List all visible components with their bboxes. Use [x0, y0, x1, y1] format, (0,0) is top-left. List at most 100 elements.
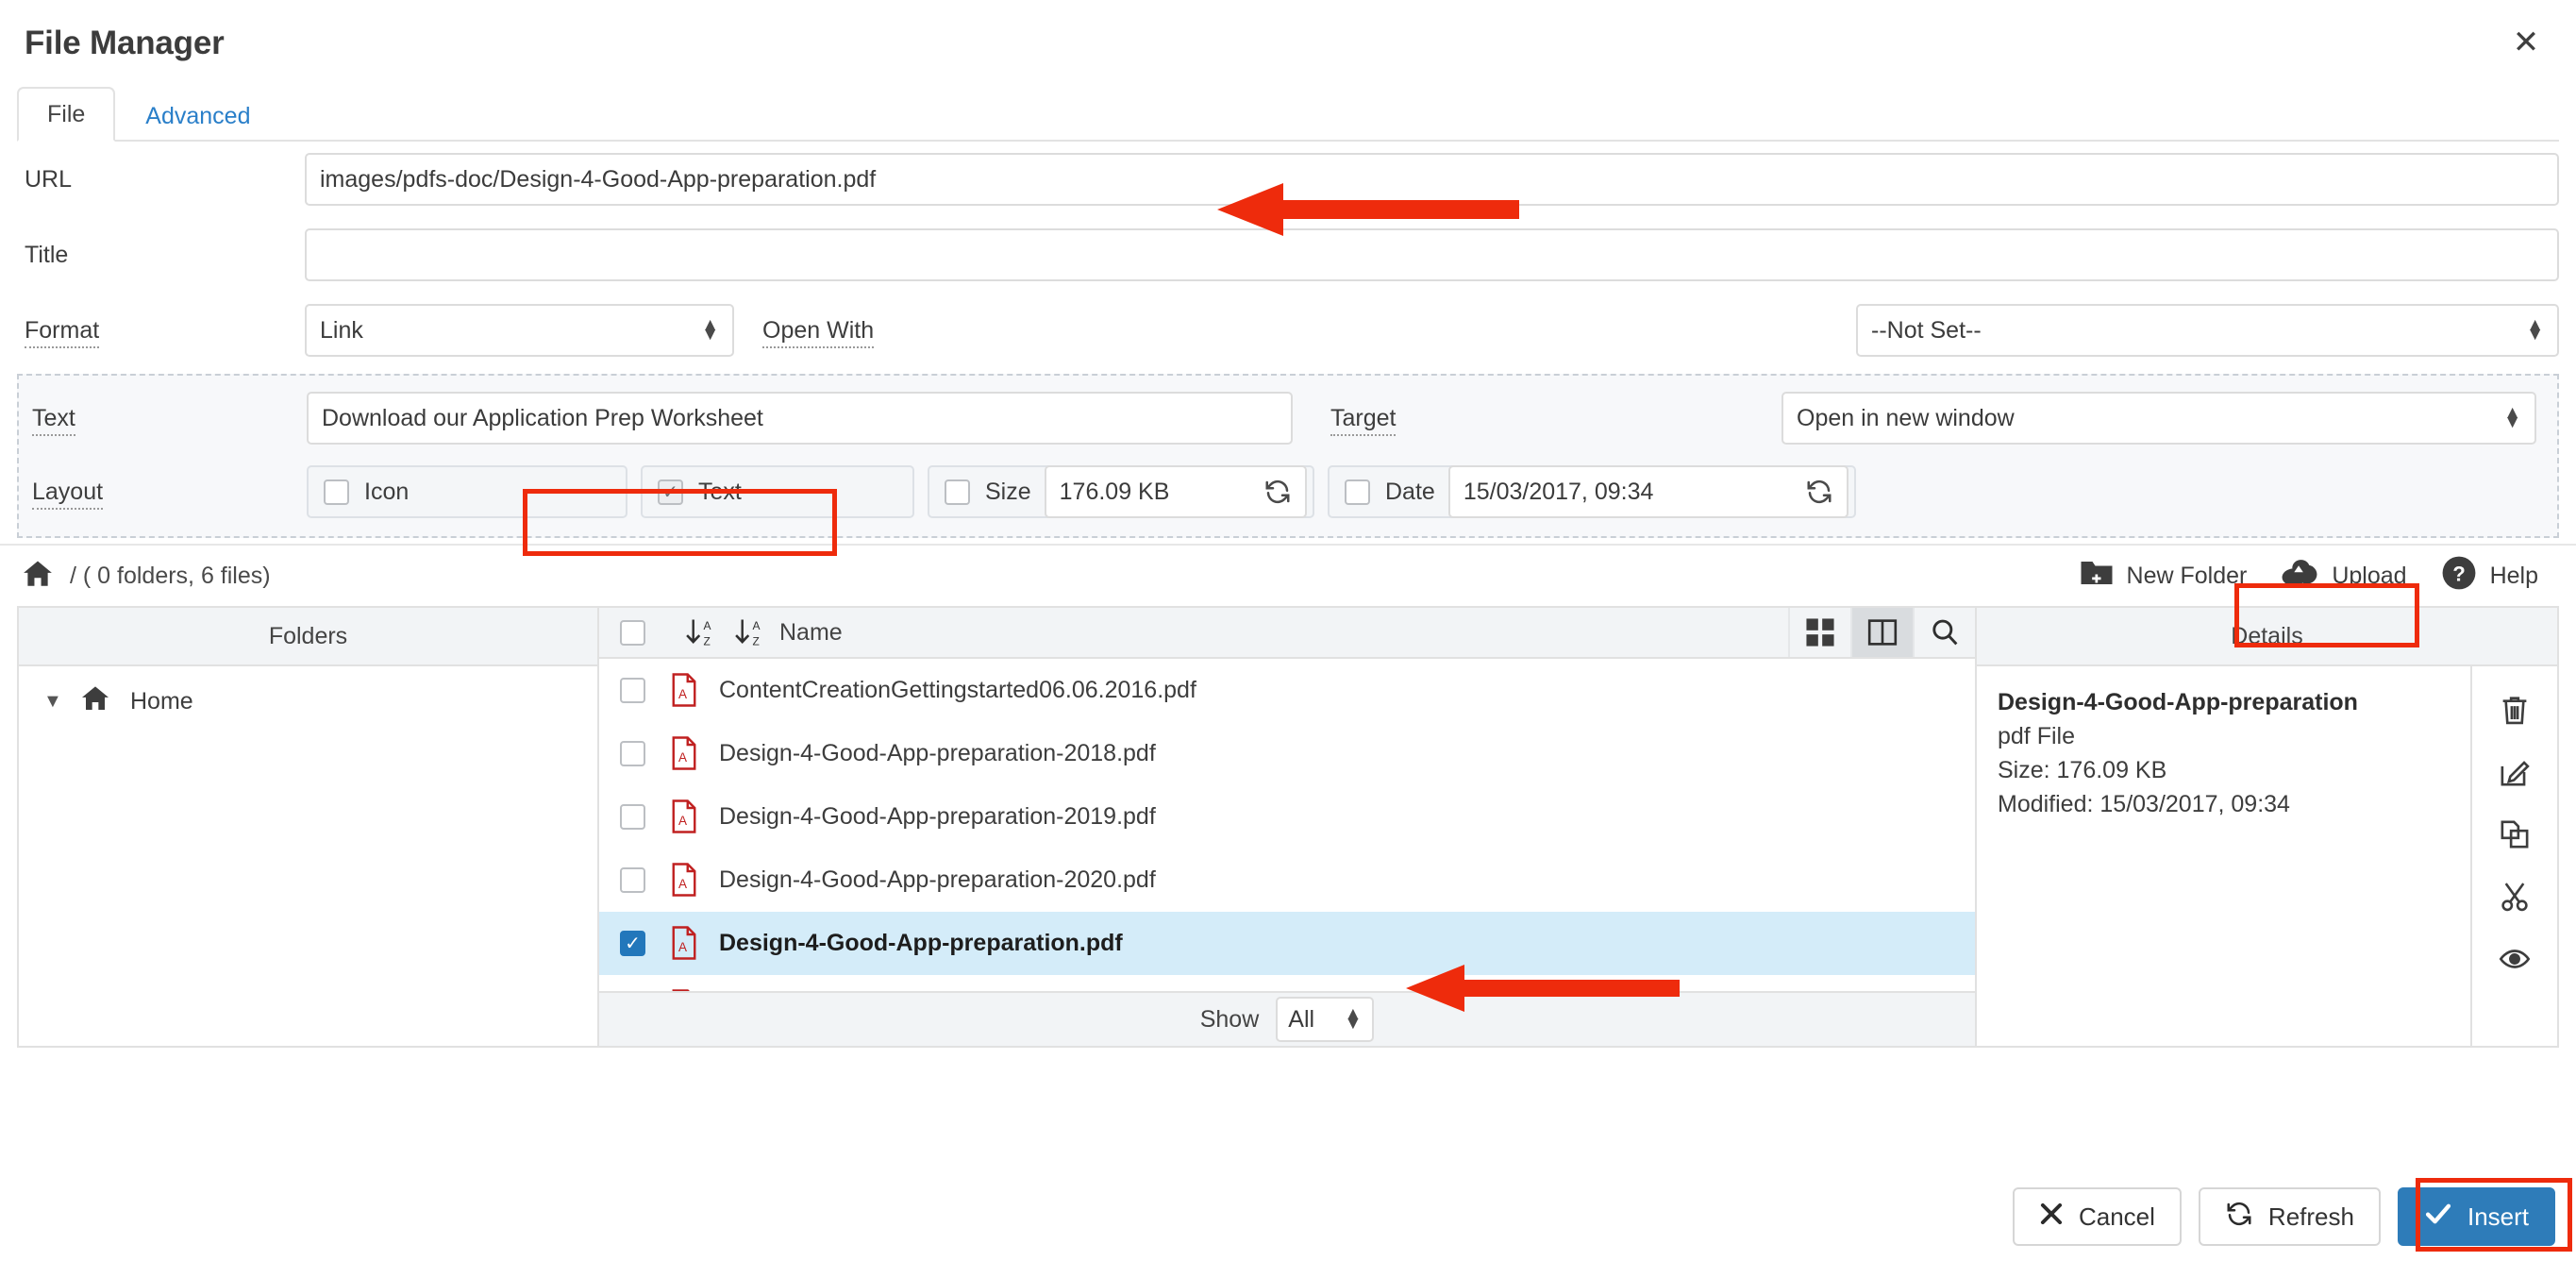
- text-row: Text Download our Application Prep Works…: [19, 381, 2557, 455]
- text-label: Text: [19, 404, 307, 436]
- folders-column: Folders ▼ Home: [19, 608, 599, 1046]
- cancel-button[interactable]: Cancel: [2012, 1187, 2182, 1246]
- file-row[interactable]: A Design-4-Good-App-preparation-2018.pdf: [599, 722, 1975, 785]
- refresh-icon: [2225, 1200, 2253, 1235]
- close-icon[interactable]: ✕: [2504, 21, 2548, 64]
- tree-item-label: Home: [130, 688, 193, 715]
- file-row-selected[interactable]: ✓ A Design-4-Good-App-preparation.pdf: [599, 912, 1975, 976]
- show-select-value: All: [1288, 1005, 1315, 1033]
- file-checkbox[interactable]: [620, 803, 645, 830]
- file-name: ContentCreationGettingstarted06.06.2016.…: [719, 676, 1196, 703]
- open-with-select-value: --Not Set--: [1871, 316, 1982, 344]
- insert-button[interactable]: Insert: [2397, 1187, 2555, 1246]
- upload-button[interactable]: Upload: [2264, 552, 2423, 600]
- file-checkbox[interactable]: ✓: [620, 930, 645, 956]
- file-name: Design-4-Good-App-preparation-2019.pdf: [719, 802, 1156, 830]
- layout-size-field[interactable]: Size 176.09 KB: [928, 465, 1314, 518]
- layout-icon-label: Icon: [364, 478, 410, 505]
- text-input[interactable]: Download our Application Prep Worksheet: [307, 392, 1293, 445]
- target-select-value: Open in new window: [1797, 404, 2015, 431]
- details-header: Details: [1977, 608, 2557, 666]
- checkbox-box: [324, 479, 349, 505]
- title-input[interactable]: [305, 228, 2559, 281]
- cut-icon[interactable]: [2494, 876, 2535, 917]
- file-checkbox[interactable]: [620, 866, 645, 893]
- file-name: Design-4-Good-App-preparation-2020.pdf: [719, 866, 1156, 893]
- link-form: URL images/pdfs-doc/Design-4-Good-App-pr…: [0, 142, 2576, 368]
- grid-view-icon[interactable]: [1788, 608, 1850, 658]
- refresh-button[interactable]: Refresh: [2198, 1187, 2381, 1246]
- tree-item-home[interactable]: ▼ Home: [19, 666, 597, 720]
- pdf-file-icon: A: [670, 799, 698, 834]
- sort-name-asc-icon[interactable]: AZ: [685, 616, 713, 648]
- tab-file[interactable]: File: [17, 87, 116, 142]
- file-row[interactable]: A ContentCreationGettingstarted06.06.201…: [599, 659, 1975, 722]
- layout-size-value[interactable]: 176.09 KB: [1044, 465, 1307, 518]
- target-label: Target: [1317, 404, 1397, 436]
- svg-text:A: A: [678, 687, 687, 701]
- sort-name-desc-icon[interactable]: AZ: [734, 616, 762, 648]
- browser-toolbar: / ( 0 folders, 6 files) New Folder Uploa…: [0, 544, 2576, 606]
- layout-icon-checkbox[interactable]: Icon: [307, 465, 627, 518]
- help-button[interactable]: ? Help: [2424, 549, 2555, 603]
- svg-text:?: ?: [2452, 562, 2466, 585]
- details-info: Design-4-Good-App-preparation pdf File S…: [1977, 666, 2470, 1046]
- dialog-titlebar: File Manager ✕: [0, 0, 2576, 87]
- svg-text:A: A: [678, 877, 687, 891]
- svg-text:Z: Z: [704, 635, 711, 648]
- refresh-icon[interactable]: [1263, 478, 1292, 506]
- search-icon[interactable]: [1913, 608, 1975, 658]
- edit-icon[interactable]: [2494, 751, 2535, 793]
- file-row[interactable]: A Design-4-Good-App-preparation-2019.pdf: [599, 785, 1975, 849]
- delete-icon[interactable]: [2494, 689, 2535, 731]
- details-file-modified: Modified: 15/03/2017, 09:34: [1998, 791, 2290, 817]
- svg-text:A: A: [678, 750, 687, 765]
- layout-text-checkbox[interactable]: ✓ Text: [641, 465, 914, 518]
- layout-panel: Text Download our Application Prep Works…: [17, 374, 2559, 538]
- preview-eye-icon[interactable]: [2494, 938, 2535, 980]
- details-file-name: Design-4-Good-App-preparation: [1998, 689, 2358, 715]
- date-value-text: 15/03/2017, 09:34: [1463, 478, 1654, 505]
- title-row: Title: [17, 217, 2559, 293]
- cancel-label: Cancel: [2078, 1202, 2155, 1231]
- file-checkbox[interactable]: [620, 677, 645, 703]
- url-input[interactable]: images/pdfs-doc/Design-4-Good-App-prepar…: [305, 153, 2559, 206]
- column-view-icon[interactable]: [1850, 608, 1913, 658]
- layout-size-label: Size: [985, 478, 1031, 505]
- name-column-header[interactable]: Name: [779, 619, 843, 647]
- checkbox-box: [1345, 479, 1370, 505]
- file-row[interactable]: A JOOMLA_BASICS_1.pdf: [599, 975, 1975, 992]
- details-column: Details Design-4-Good-App-preparation pd…: [1977, 608, 2557, 1046]
- url-label: URL: [25, 165, 73, 193]
- pdf-file-icon: A: [670, 863, 698, 898]
- folders-header: Folders: [19, 608, 597, 666]
- new-folder-button[interactable]: New Folder: [2063, 553, 2265, 599]
- layout-date-field[interactable]: Date 15/03/2017, 09:34: [1328, 465, 1856, 518]
- tab-advanced[interactable]: Advanced: [115, 89, 280, 142]
- target-select[interactable]: Open in new window ▲ ▼: [1781, 392, 2536, 445]
- chevron-down-icon[interactable]: ▼: [43, 691, 62, 713]
- pdf-file-icon: A: [670, 926, 698, 961]
- file-row[interactable]: A Design-4-Good-App-preparation-2020.pdf: [599, 849, 1975, 912]
- title-label: Title: [25, 241, 69, 268]
- home-icon[interactable]: [21, 558, 55, 595]
- size-value-text: 176.09 KB: [1059, 478, 1170, 505]
- pdf-file-icon: A: [670, 736, 698, 771]
- file-checkbox[interactable]: [620, 740, 645, 766]
- copy-icon[interactable]: [2494, 814, 2535, 855]
- refresh-icon[interactable]: [1805, 478, 1833, 506]
- format-select[interactable]: Link ▲ ▼: [305, 304, 734, 357]
- layout-date-value[interactable]: 15/03/2017, 09:34: [1447, 465, 1848, 518]
- tab-bar: File Advanced: [17, 87, 2559, 142]
- show-select[interactable]: All ▲ ▼: [1276, 997, 1375, 1043]
- select-all-checkbox[interactable]: [620, 619, 645, 646]
- details-action-bar: [2470, 666, 2557, 1046]
- checkbox-box: [945, 479, 970, 505]
- open-with-select[interactable]: --Not Set-- ▲ ▼: [1856, 304, 2559, 357]
- file-name: Design-4-Good-App-preparation.pdf: [719, 929, 1123, 956]
- svg-text:A: A: [753, 619, 761, 632]
- check-icon: [2424, 1200, 2452, 1235]
- refresh-label: Refresh: [2267, 1202, 2354, 1231]
- file-manager-dialog: File Manager ✕ File Advanced URL images/…: [0, 0, 2576, 1261]
- chevron-updown-icon: ▲ ▼: [1344, 1003, 1363, 1034]
